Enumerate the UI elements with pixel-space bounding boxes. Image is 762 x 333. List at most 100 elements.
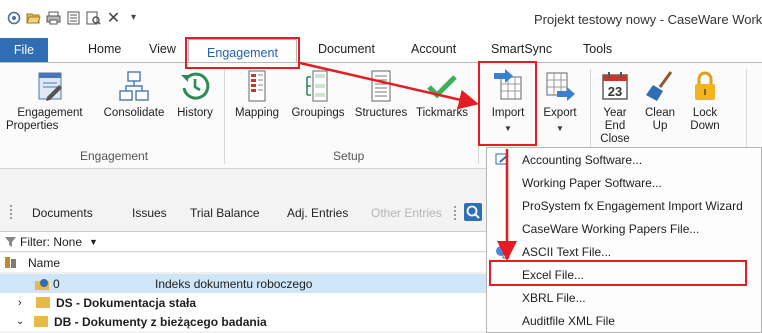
- tree-row-label: Indeks dokumentu roboczego: [155, 276, 313, 291]
- tree-row[interactable]: ⌄ DB - Dokumenty z bieżącego badania: [0, 312, 490, 331]
- window-title: Projekt testowy nowy - CaseWare Work: [534, 12, 762, 27]
- mapping-label: Mapping: [234, 107, 280, 119]
- tab-home[interactable]: Home: [88, 42, 121, 56]
- document-list-icon: [5, 256, 16, 268]
- clean-up-label-2: Up: [652, 120, 668, 132]
- filter-dropdown-icon[interactable]: ▼: [89, 237, 98, 247]
- menu-item-label: CaseWare Working Papers File...: [522, 221, 700, 236]
- lock-down-label-2: Down: [690, 120, 720, 132]
- document-index-icon: [35, 278, 49, 290]
- export-dropdown-icon[interactable]: ▼: [556, 122, 564, 135]
- work-area: Documents Issues Trial Balance Adj. Entr…: [0, 169, 490, 333]
- tab-account[interactable]: Account: [411, 42, 456, 56]
- tab-tools[interactable]: Tools: [583, 42, 612, 56]
- ribbon-tab-row: File Home View Engagement Document Accou…: [0, 38, 762, 66]
- export-button[interactable]: Export ▼: [535, 69, 585, 135]
- group-label-engagement: Engagement: [80, 149, 149, 163]
- lock-icon: [695, 71, 715, 100]
- ascii-icon: [496, 246, 510, 259]
- mapping-icon: [248, 70, 266, 102]
- clean-up-button[interactable]: Clean Up: [638, 69, 682, 133]
- broom-icon: [646, 71, 673, 101]
- tab-issues[interactable]: Issues: [132, 206, 167, 220]
- accounting-icon: [495, 153, 509, 165]
- engagement-properties-button[interactable]: Engagement Properties: [4, 69, 96, 133]
- print-icon[interactable]: [46, 10, 61, 25]
- tickmarks-label: Tickmarks: [416, 107, 468, 119]
- collapse-chevron-icon[interactable]: ⌄: [16, 316, 34, 327]
- lock-down-label-1: Lock: [692, 107, 718, 119]
- group-separator: [224, 69, 225, 164]
- close-icon[interactable]: ✕: [106, 10, 121, 27]
- year-end-close-label-1: Year End: [603, 107, 627, 132]
- history-button[interactable]: History: [170, 69, 220, 120]
- engagement-properties-label-2: Properties: [6, 120, 59, 132]
- folder-icon: [34, 316, 48, 327]
- tree-row[interactable]: 0 Indeks dokumentu roboczego: [0, 274, 490, 293]
- group-label-setup: Setup: [333, 149, 365, 163]
- tab-documents[interactable]: Documents: [32, 206, 93, 220]
- tree-row-folder-name: DS - Dokumentacja stała: [56, 295, 197, 310]
- name-header-label: Name: [28, 255, 61, 270]
- clean-up-label-1: Clean: [644, 107, 676, 119]
- menu-item-xbrl-file[interactable]: XBRL File...: [487, 286, 761, 309]
- app-icon[interactable]: [6, 10, 21, 25]
- filter-bar[interactable]: Filter: None ▼: [0, 231, 490, 252]
- tree-row[interactable]: › DS - Dokumentacja stała: [0, 293, 490, 312]
- tab-other-entries: Other Entries: [371, 206, 442, 220]
- qat-dropdown-icon[interactable]: ▾: [126, 10, 141, 25]
- menu-item-label: ASCII Text File...: [522, 244, 612, 259]
- highlight-import-button: [478, 61, 537, 146]
- export-icon: [546, 72, 575, 101]
- menu-item-label: Auditfile XML File: [522, 313, 615, 328]
- structures-label: Structures: [354, 107, 408, 119]
- name-column-header[interactable]: Name: [0, 253, 490, 273]
- tab-document[interactable]: Document: [318, 42, 375, 56]
- menu-item-working-paper-software[interactable]: Working Paper Software...: [487, 171, 761, 194]
- tab-adj-entries[interactable]: Adj. Entries: [287, 206, 348, 220]
- engagement-properties-label-1: Engagement: [17, 107, 83, 119]
- search-icon[interactable]: [464, 203, 482, 221]
- highlight-excel-file: [489, 260, 747, 286]
- tickmarks-button[interactable]: Tickmarks: [412, 69, 472, 120]
- consolidate-button[interactable]: Consolidate: [98, 69, 170, 120]
- document-tabs: Documents Issues Trial Balance Adj. Entr…: [0, 199, 490, 225]
- groupings-button[interactable]: Groupings: [287, 69, 349, 120]
- import-menu: Accounting Software... Working Paper Sof…: [486, 147, 762, 333]
- menu-item-label: ProSystem fx Engagement Import Wizard: [522, 198, 743, 213]
- calendar-icon: 23: [602, 72, 628, 100]
- menu-item-auditfile-xml-file[interactable]: Auditfile XML File: [487, 309, 761, 332]
- toolbar-separator: [454, 206, 456, 220]
- consolidate-label: Consolidate: [103, 107, 165, 119]
- menu-item-label: Working Paper Software...: [522, 175, 662, 190]
- expand-chevron-icon[interactable]: ›: [18, 297, 36, 309]
- tab-file[interactable]: File: [0, 38, 48, 62]
- mapping-button[interactable]: Mapping: [228, 69, 286, 120]
- preview-icon[interactable]: [86, 10, 101, 25]
- tree-row-folder-name: DB - Dokumenty z bieżącego badania: [54, 314, 267, 329]
- filter-icon: [5, 236, 16, 247]
- menu-item-prosystem-import-wizard[interactable]: ProSystem fx Engagement Import Wizard: [487, 194, 761, 217]
- open-icon[interactable]: [26, 10, 41, 25]
- tab-view[interactable]: View: [149, 42, 176, 56]
- title-bar: ✕ ▾ Projekt testowy nowy - CaseWare Work: [0, 0, 762, 38]
- consolidate-icon: [119, 71, 149, 101]
- lock-down-button[interactable]: Lock Down: [684, 69, 726, 133]
- folder-icon: [36, 297, 50, 308]
- history-icon: [181, 72, 210, 100]
- quick-access-toolbar: ✕ ▾: [6, 10, 141, 27]
- tab-smartsync[interactable]: SmartSync: [491, 42, 552, 56]
- tab-trial-balance[interactable]: Trial Balance: [190, 206, 260, 220]
- highlight-engagement-tab: [185, 37, 300, 69]
- toolbar-grip[interactable]: [10, 205, 13, 219]
- structures-button[interactable]: Structures: [350, 69, 412, 120]
- svg-text:23: 23: [608, 84, 622, 99]
- checklist-icon[interactable]: [66, 10, 81, 25]
- tree-row-code: 0: [53, 276, 60, 291]
- groupings-label: Groupings: [291, 107, 345, 119]
- menu-item-accounting-software[interactable]: Accounting Software...: [487, 148, 761, 171]
- year-end-close-button[interactable]: 23 Year End Close: [592, 69, 638, 146]
- filter-label: Filter: None: [20, 234, 83, 249]
- menu-item-caseware-working-papers-file[interactable]: CaseWare Working Papers File...: [487, 217, 761, 240]
- structures-icon: [371, 70, 391, 102]
